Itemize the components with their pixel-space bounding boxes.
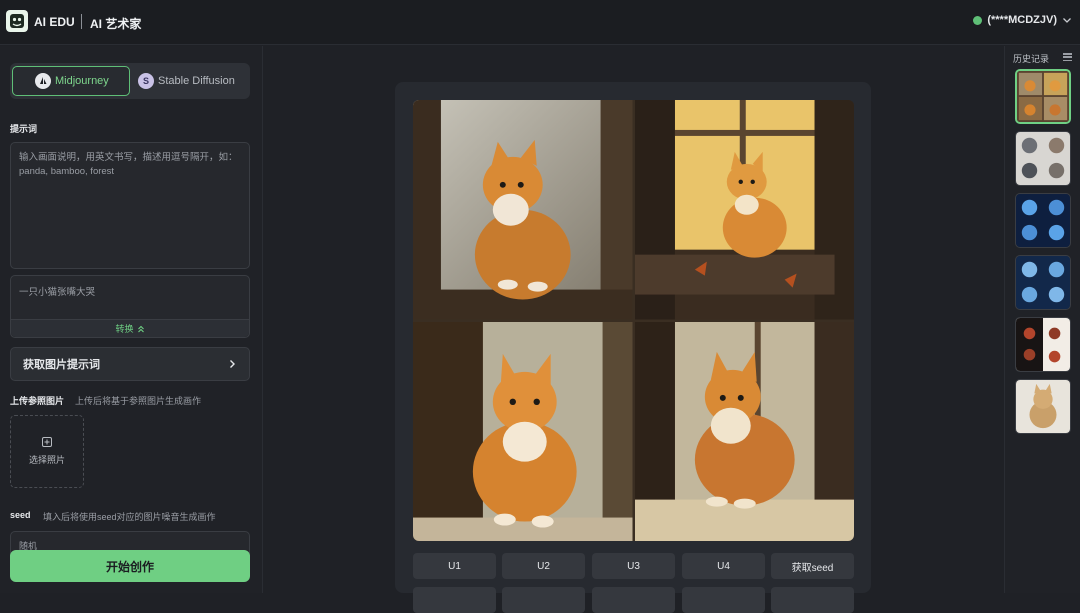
v2-button[interactable]: [502, 587, 585, 613]
get-seed-button[interactable]: 获取seed: [771, 553, 854, 579]
action-buttons: U1 U2 U3 U4 获取seed: [413, 553, 854, 613]
top-bar: AI EDU AI 艺术家 (****MCDZJV): [0, 0, 1080, 45]
convert-label: 转换: [115, 324, 134, 334]
app-name: AI 艺术家: [90, 17, 142, 31]
generated-image-grid[interactable]: [413, 100, 854, 541]
translate-box[interactable]: 一只小猫张嘴大哭 转换: [10, 275, 250, 338]
v4-button[interactable]: [682, 587, 765, 613]
list-menu-icon[interactable]: [1063, 53, 1072, 61]
left-panel: Midjourney S Stable Diffusion 提示词 输入画面说明…: [0, 46, 263, 593]
prompt-section-label: 提示词: [10, 124, 38, 134]
history-item-warrior-sheet[interactable]: [1015, 317, 1071, 372]
convert-button[interactable]: 转换: [11, 319, 249, 337]
history-title: 历史记录: [1013, 54, 1050, 64]
generated-image-2[interactable]: [634, 100, 854, 320]
main-area: U1 U2 U3 U4 获取seed: [264, 46, 1003, 613]
u4-button[interactable]: U4: [682, 553, 765, 579]
brand-name: AI EDU: [34, 15, 75, 29]
generated-image-3[interactable]: [413, 321, 633, 541]
stable-diffusion-icon: S: [138, 73, 154, 89]
chevron-double-up-icon: [137, 325, 144, 332]
start-create-button[interactable]: 开始创作: [10, 550, 250, 582]
stable-diffusion-label: Stable Diffusion: [158, 75, 235, 87]
generated-image-4[interactable]: [634, 321, 854, 541]
get-image-prompt-label: 获取图片提示词: [23, 359, 100, 371]
sailboat-icon: [35, 73, 51, 89]
upload-image-button[interactable]: 选择照片: [10, 415, 84, 488]
divider: [81, 14, 82, 29]
u3-button[interactable]: U3: [592, 553, 675, 579]
v1-button[interactable]: [413, 587, 496, 613]
prompt-input[interactable]: 输入画面说明，用英文书写，描述用逗号隔开，如：panda, bamboo, fo…: [10, 142, 250, 269]
u2-button[interactable]: U2: [502, 553, 585, 579]
stable-diffusion-tab[interactable]: S Stable Diffusion: [138, 66, 248, 96]
get-image-prompt-button[interactable]: 获取图片提示词: [10, 347, 250, 381]
history-item-figures-grid[interactable]: [1015, 131, 1071, 186]
online-status-icon: [973, 15, 983, 25]
u1-button[interactable]: U1: [413, 553, 496, 579]
translate-input[interactable]: 一只小猫张嘴大哭: [19, 284, 95, 298]
history-item-blue-robots[interactable]: [1015, 193, 1071, 248]
seed-hint: 填入后将使用seed对应的图片噪音生成画作: [43, 512, 216, 522]
add-image-icon: [42, 437, 52, 447]
history-item-blue-robots-2[interactable]: [1015, 255, 1071, 310]
midjourney-tab[interactable]: Midjourney: [12, 66, 130, 96]
generated-image-1[interactable]: [413, 100, 633, 320]
history-sidebar: 历史记录: [1004, 46, 1080, 593]
midjourney-label: Midjourney: [55, 75, 109, 87]
app-logo-icon: [6, 10, 28, 32]
v3-button[interactable]: [592, 587, 675, 613]
upload-section-label: 上传参照图片: [10, 396, 65, 406]
reroll-button[interactable]: [771, 587, 854, 613]
seed-section-label: seed: [10, 510, 31, 520]
model-switch: Midjourney S Stable Diffusion: [10, 63, 250, 99]
history-item-cat-statue[interactable]: [1015, 379, 1071, 434]
chevron-right-icon: [230, 360, 235, 368]
result-card: U1 U2 U3 U4 获取seed: [395, 82, 871, 613]
account-menu[interactable]: (****MCDZJV): [973, 14, 1072, 26]
history-item-cats-grid[interactable]: [1015, 69, 1071, 124]
upload-button-label: 选择照片: [28, 455, 65, 465]
account-id: (****MCDZJV): [987, 14, 1057, 26]
chevron-down-icon: [1063, 18, 1071, 23]
upload-hint: 上传后将基于参照图片生成画作: [75, 396, 202, 406]
